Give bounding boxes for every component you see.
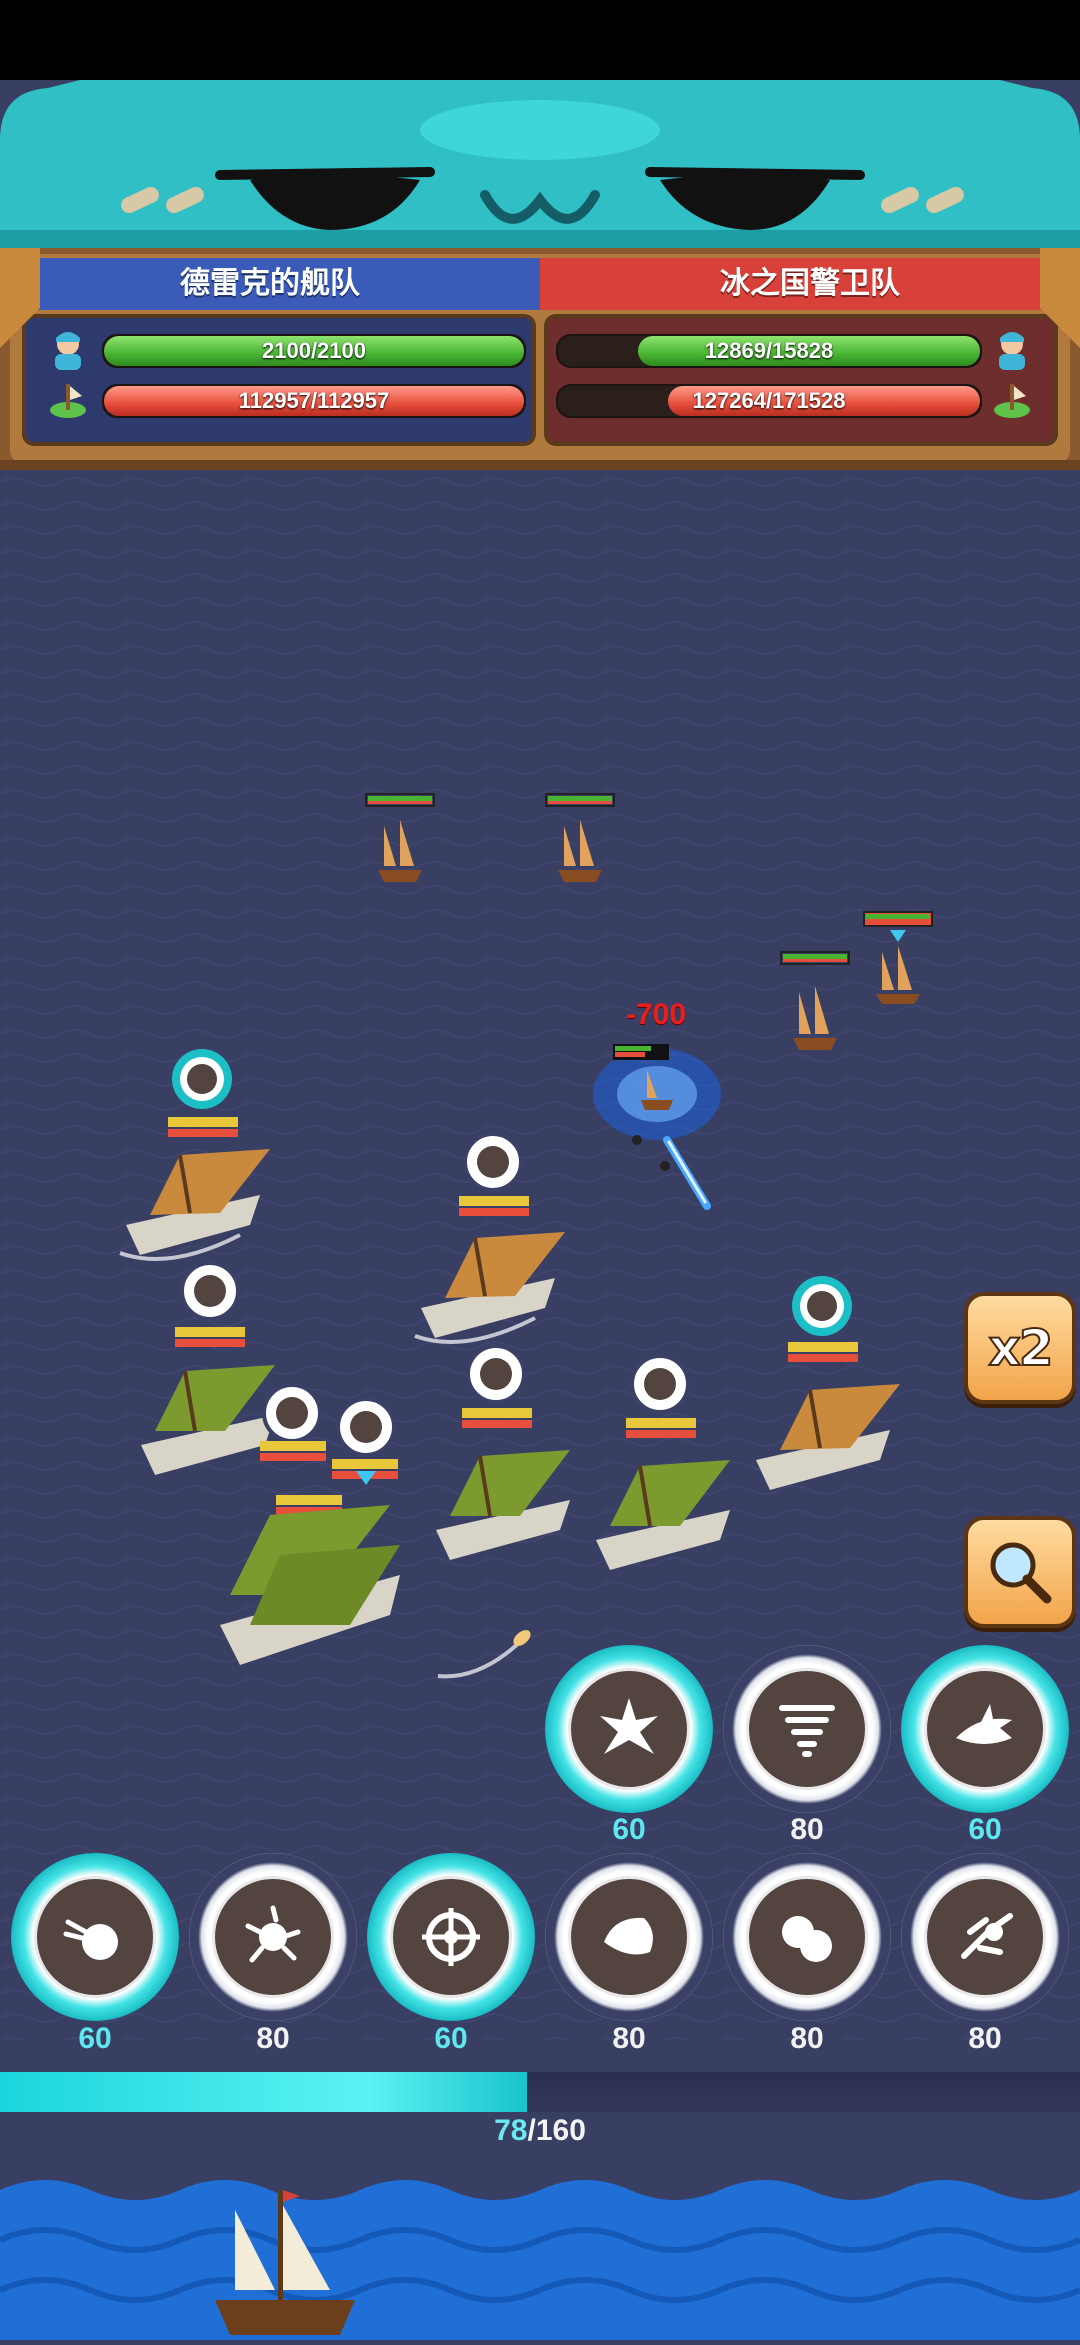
shell-icon bbox=[604, 1917, 653, 1955]
bomb-icon bbox=[782, 1916, 832, 1962]
enemy-crew-icon bbox=[999, 332, 1025, 370]
skill-cost: 80 bbox=[790, 2022, 824, 2055]
enemy-ship bbox=[365, 793, 435, 882]
left-crew-hp-bar: 2100/2100 bbox=[102, 334, 526, 368]
energy-max: /160 bbox=[527, 2114, 586, 2147]
player-ship bbox=[756, 1276, 900, 1490]
tornado-icon bbox=[779, 1705, 835, 1757]
cat-face-header bbox=[0, 80, 1080, 255]
player-ship bbox=[414, 1132, 565, 1344]
skill-cost: 80 bbox=[612, 2022, 646, 2055]
skill-cost: 60 bbox=[78, 2022, 112, 2055]
left-crew-hp-text: 2100/2100 bbox=[262, 338, 366, 363]
skill-button-shell[interactable] bbox=[545, 1853, 713, 2021]
zoom-button[interactable] bbox=[964, 1516, 1076, 1628]
lightning-strike-effect bbox=[593, 1044, 721, 1210]
storm-orb-icon bbox=[245, 1905, 301, 1963]
energy-bar bbox=[0, 2072, 1080, 2112]
energy-current: 78 bbox=[494, 2114, 528, 2147]
enemy-ship-icon bbox=[994, 384, 1030, 418]
speed-toggle-button[interactable]: x2 bbox=[964, 1292, 1076, 1404]
skill-button-cannonball[interactable] bbox=[11, 1853, 179, 2021]
skill-cost: 80 bbox=[256, 2022, 290, 2055]
cannonball-icon bbox=[63, 1919, 118, 1960]
skill-button-blast[interactable] bbox=[901, 1853, 1069, 2021]
burst-star-icon bbox=[600, 1698, 658, 1754]
enemy-ship bbox=[545, 793, 615, 882]
skill-cost: 60 bbox=[434, 2022, 468, 2055]
skill-button-tornado[interactable] bbox=[723, 1645, 891, 1813]
magnifier-icon bbox=[990, 1542, 1052, 1604]
right-team-name: 冰之国警卫队 bbox=[720, 267, 900, 300]
left-team-name: 德雷克的舰队 bbox=[180, 267, 360, 300]
blast-icon bbox=[961, 1913, 1013, 1959]
crew-icon bbox=[55, 332, 81, 370]
speed-label: x2 bbox=[987, 1318, 1054, 1378]
energy-counter: 78/160 bbox=[0, 2114, 1080, 2148]
skill-cost: 80 bbox=[968, 2022, 1002, 2055]
wheel-icon bbox=[422, 1908, 480, 1966]
player-ship bbox=[119, 1049, 270, 1261]
right-ship-hp-bar: 127264/171528 bbox=[556, 384, 982, 418]
player-ship bbox=[436, 1344, 570, 1560]
player-ship bbox=[596, 1354, 730, 1570]
skill-button-storm[interactable] bbox=[189, 1853, 357, 2021]
skill-button-bomb[interactable] bbox=[723, 1853, 891, 2021]
energy-bar-fill bbox=[0, 2072, 527, 2112]
right-crew-hp-text: 12869/15828 bbox=[704, 338, 834, 363]
left-ship-hp-text: 112957/112957 bbox=[238, 388, 390, 413]
shark-icon bbox=[956, 1704, 1012, 1744]
right-ship-hp-text: 127264/171528 bbox=[692, 388, 846, 413]
status-bar bbox=[0, 0, 1080, 80]
skill-cost: 60 bbox=[968, 1813, 1002, 1846]
skill-cost: 60 bbox=[612, 1813, 646, 1846]
damage-number: -700 bbox=[626, 998, 687, 1031]
bottom-wave-banner bbox=[0, 2170, 1080, 2340]
right-crew-hp-bar: 12869/15828 bbox=[556, 334, 982, 368]
enemy-ship bbox=[863, 911, 933, 1004]
skill-cost: 80 bbox=[790, 1813, 824, 1846]
cannon-shot bbox=[437, 1630, 531, 1679]
enemy-ship bbox=[780, 951, 850, 1050]
player-ship-group bbox=[220, 1383, 400, 1665]
skill-button-wheel[interactable] bbox=[367, 1853, 535, 2021]
left-ship-hp-bar: 112957/112957 bbox=[102, 384, 526, 418]
scoreboard: 德雷克的舰队 冰之国警卫队 2100/2100 112957/112957 12… bbox=[0, 248, 1080, 478]
ship-icon bbox=[50, 384, 86, 418]
skill-button-burst[interactable] bbox=[545, 1645, 713, 1813]
skill-button-shark[interactable] bbox=[901, 1645, 1069, 1813]
